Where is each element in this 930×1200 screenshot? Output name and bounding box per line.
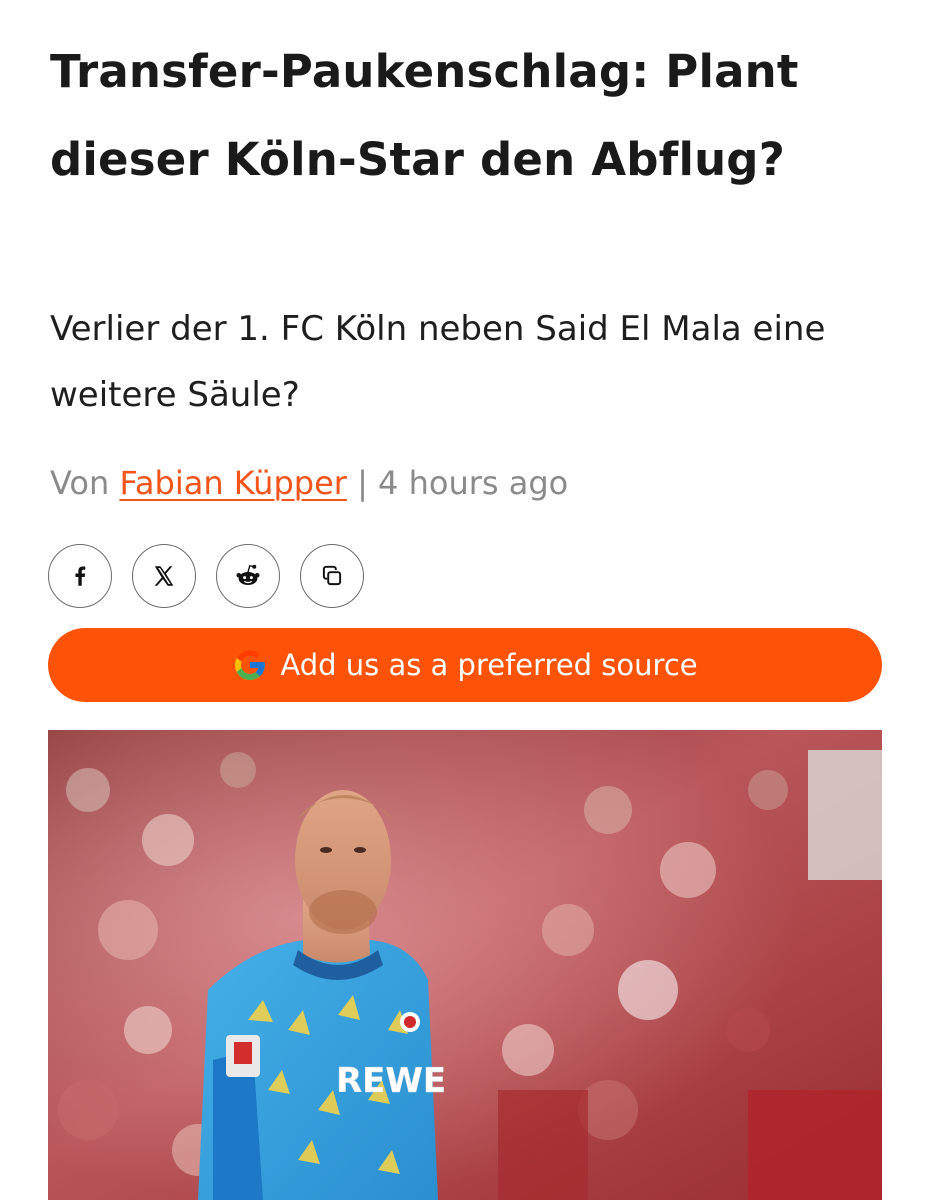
- hero-image[interactable]: REWE: [48, 730, 882, 1200]
- share-facebook-button[interactable]: [48, 544, 112, 608]
- copy-icon: [322, 565, 342, 586]
- article: Transfer-Paukenschlag: Plant dieser Köln…: [0, 0, 930, 1200]
- hero-photo: REWE: [48, 730, 882, 1200]
- byline-separator: |: [357, 464, 368, 502]
- preferred-source-button[interactable]: Add us as a preferred source: [48, 628, 882, 702]
- byline: Von Fabian Küpper | 4 hours ago: [50, 460, 568, 506]
- preferred-source-label: Add us as a preferred source: [280, 648, 698, 682]
- x-icon: [154, 566, 174, 586]
- headline: Transfer-Paukenschlag: Plant dieser Köln…: [50, 45, 799, 186]
- facebook-icon: [75, 566, 86, 586]
- share-buttons: [48, 544, 364, 608]
- jersey-sponsor-text: REWE: [336, 1061, 446, 1101]
- byline-prefix: Von: [50, 464, 110, 502]
- reddit-icon: [236, 564, 260, 585]
- share-reddit-button[interactable]: [216, 544, 280, 608]
- publish-time: 4 hours ago: [378, 464, 569, 502]
- copy-link-button[interactable]: [300, 544, 364, 608]
- subheadline: Verlier der 1. FC Köln neben Said El Mal…: [50, 309, 826, 415]
- google-icon: [235, 650, 266, 680]
- share-x-button[interactable]: [132, 544, 196, 608]
- author-link[interactable]: Fabian Küpper: [119, 464, 346, 502]
